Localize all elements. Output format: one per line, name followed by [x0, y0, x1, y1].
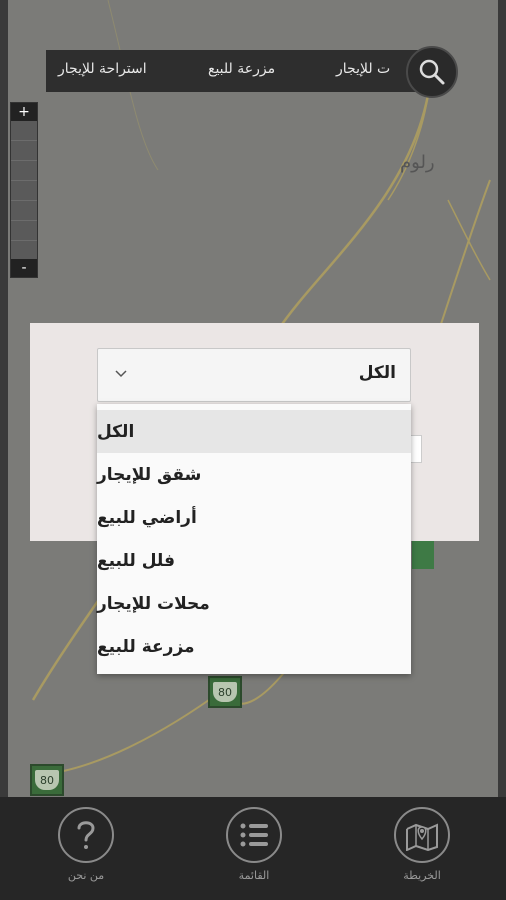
list-icon [240, 823, 268, 847]
search-button[interactable] [406, 46, 458, 98]
dropdown-option[interactable]: مزرعة للبيع [97, 625, 411, 668]
route-number: 80 [35, 770, 59, 790]
bottom-navigation: من نحن القائمة الخريطة [0, 797, 506, 900]
screen-edge-right [498, 0, 506, 900]
search-icon [419, 59, 445, 85]
route-number: 80 [213, 682, 237, 702]
category-item[interactable]: مزرعة للبيع [208, 61, 275, 77]
zoom-level-step[interactable] [11, 221, 37, 241]
select-value: الكل [358, 363, 396, 383]
nav-label: من نحن [67, 869, 105, 882]
zoom-level-step[interactable] [11, 201, 37, 221]
route-badge: 80 [30, 764, 64, 796]
map-icon [406, 823, 438, 851]
about-button[interactable] [58, 807, 114, 863]
category-select[interactable]: الكل [97, 348, 411, 402]
dropdown-option-all[interactable]: الكل [97, 410, 411, 453]
zoom-level-step[interactable] [11, 121, 37, 141]
chevron-down-icon [115, 370, 127, 378]
category-item[interactable]: ت للإيجار [336, 61, 390, 77]
nav-about[interactable]: من نحن [46, 807, 126, 882]
zoom-level-step[interactable] [11, 161, 37, 181]
question-icon [77, 821, 95, 849]
zoom-level-step[interactable] [11, 141, 37, 161]
dropdown-option[interactable]: فلل للبيع [97, 539, 411, 582]
screen-edge-left [0, 0, 8, 900]
route-badge: 80 [208, 676, 242, 708]
select-dropdown: الكل شقق للإيجار أراضي للبيع فلل للبيع م… [97, 404, 411, 674]
nav-list[interactable]: القائمة [214, 807, 294, 882]
zoom-control: + - [10, 102, 38, 278]
dropdown-option[interactable]: شقق للإيجار [97, 453, 411, 496]
zoom-level-step[interactable] [11, 181, 37, 201]
zoom-out-button[interactable]: - [11, 259, 37, 277]
nav-label: الخريطة [403, 869, 441, 882]
category-bar[interactable]: ت للإيجار مزرعة للبيع استراحة للإيجار [46, 50, 434, 92]
zoom-level-step[interactable] [11, 241, 37, 261]
checkbox-edge[interactable] [410, 435, 422, 463]
list-button[interactable] [226, 807, 282, 863]
category-item[interactable]: استراحة للإيجار [58, 61, 147, 77]
nav-map[interactable]: الخريطة [382, 807, 462, 882]
zoom-in-button[interactable]: + [11, 103, 37, 121]
map-marker[interactable] [412, 541, 434, 569]
dropdown-option[interactable]: محلات للإيجار [97, 582, 411, 625]
map-place-label: رلوم [400, 152, 435, 173]
map-button[interactable] [394, 807, 450, 863]
dropdown-option[interactable]: أراضي للبيع [97, 496, 411, 539]
app-screen: رلوم 80 80 ت للإيجار مزرعة للبيع استراحة… [0, 0, 506, 900]
nav-label: القائمة [238, 869, 270, 882]
